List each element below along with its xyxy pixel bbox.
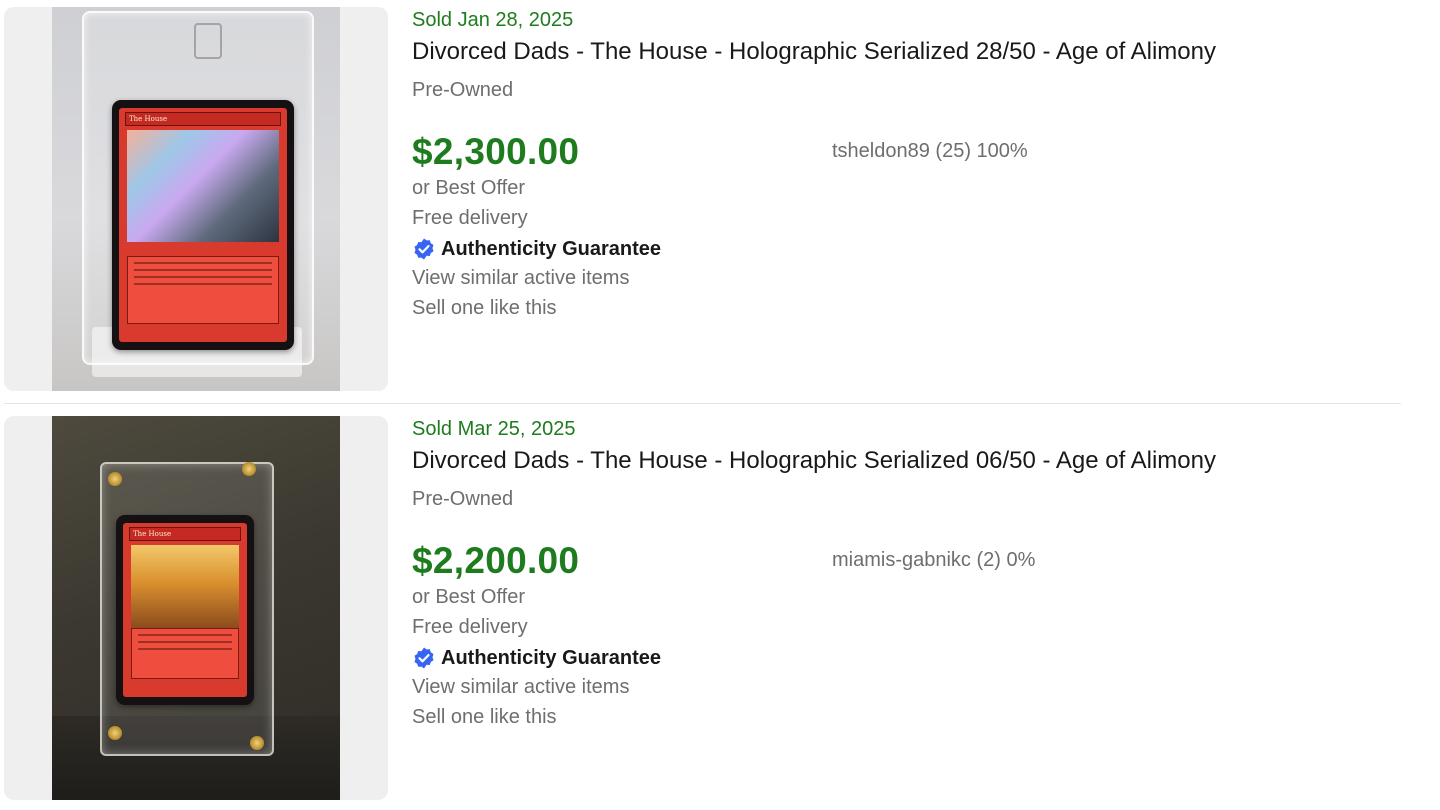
view-similar-link[interactable]: View similar active items: [412, 267, 629, 290]
view-similar-link[interactable]: View similar active items: [412, 676, 629, 699]
screw: [108, 472, 122, 486]
listing-thumbnail[interactable]: The House: [4, 416, 388, 800]
best-offer: or Best Offer: [412, 586, 526, 608]
divider: [4, 403, 1401, 404]
sold-price: $2,200.00: [412, 540, 580, 581]
authenticity-label: Authenticity Guarantee: [441, 237, 662, 260]
sell-one-link[interactable]: Sell one like this: [412, 706, 557, 729]
screw: [108, 726, 122, 740]
screw: [250, 736, 264, 750]
screw: [242, 462, 256, 476]
seller-info: tsheldon89 (25) 100%: [832, 140, 1028, 162]
sold-listings: The House Sold Jan 28, 2025 Divorced Dad…: [0, 0, 1440, 810]
trading-card: The House: [116, 515, 254, 705]
authenticity-badge: Authenticity Guarantee: [412, 236, 661, 262]
best-offer: or Best Offer: [412, 177, 526, 199]
product-photo: The House: [52, 416, 340, 800]
trading-card: The House: [112, 100, 294, 350]
condition: Pre-Owned: [412, 79, 514, 101]
authenticity-label: Authenticity Guarantee: [441, 646, 662, 669]
listing-item: The House Sold Mar 25, 2025 Divorced Dad…: [0, 409, 1440, 801]
shipping: Free delivery: [412, 616, 528, 638]
authenticity-badge: Authenticity Guarantee: [412, 645, 661, 671]
listing-title[interactable]: Divorced Dads - The House - Holographic …: [412, 447, 1216, 475]
seller-info: miamis-gabnikc (2) 0%: [832, 549, 1036, 571]
sold-date: Sold Mar 25, 2025: [412, 418, 576, 440]
product-photo: The House: [52, 7, 340, 391]
listing-item: The House Sold Jan 28, 2025 Divorced Dad…: [0, 0, 1440, 392]
shipping: Free delivery: [412, 207, 528, 229]
sold-date: Sold Jan 28, 2025: [412, 9, 574, 31]
sold-price: $2,300.00: [412, 131, 580, 172]
condition: Pre-Owned: [412, 488, 514, 510]
listing-title[interactable]: Divorced Dads - The House - Holographic …: [412, 38, 1216, 66]
verified-check-icon: [412, 646, 436, 670]
verified-check-icon: [412, 237, 436, 261]
listing-thumbnail[interactable]: The House: [4, 7, 388, 391]
sell-one-link[interactable]: Sell one like this: [412, 297, 557, 320]
